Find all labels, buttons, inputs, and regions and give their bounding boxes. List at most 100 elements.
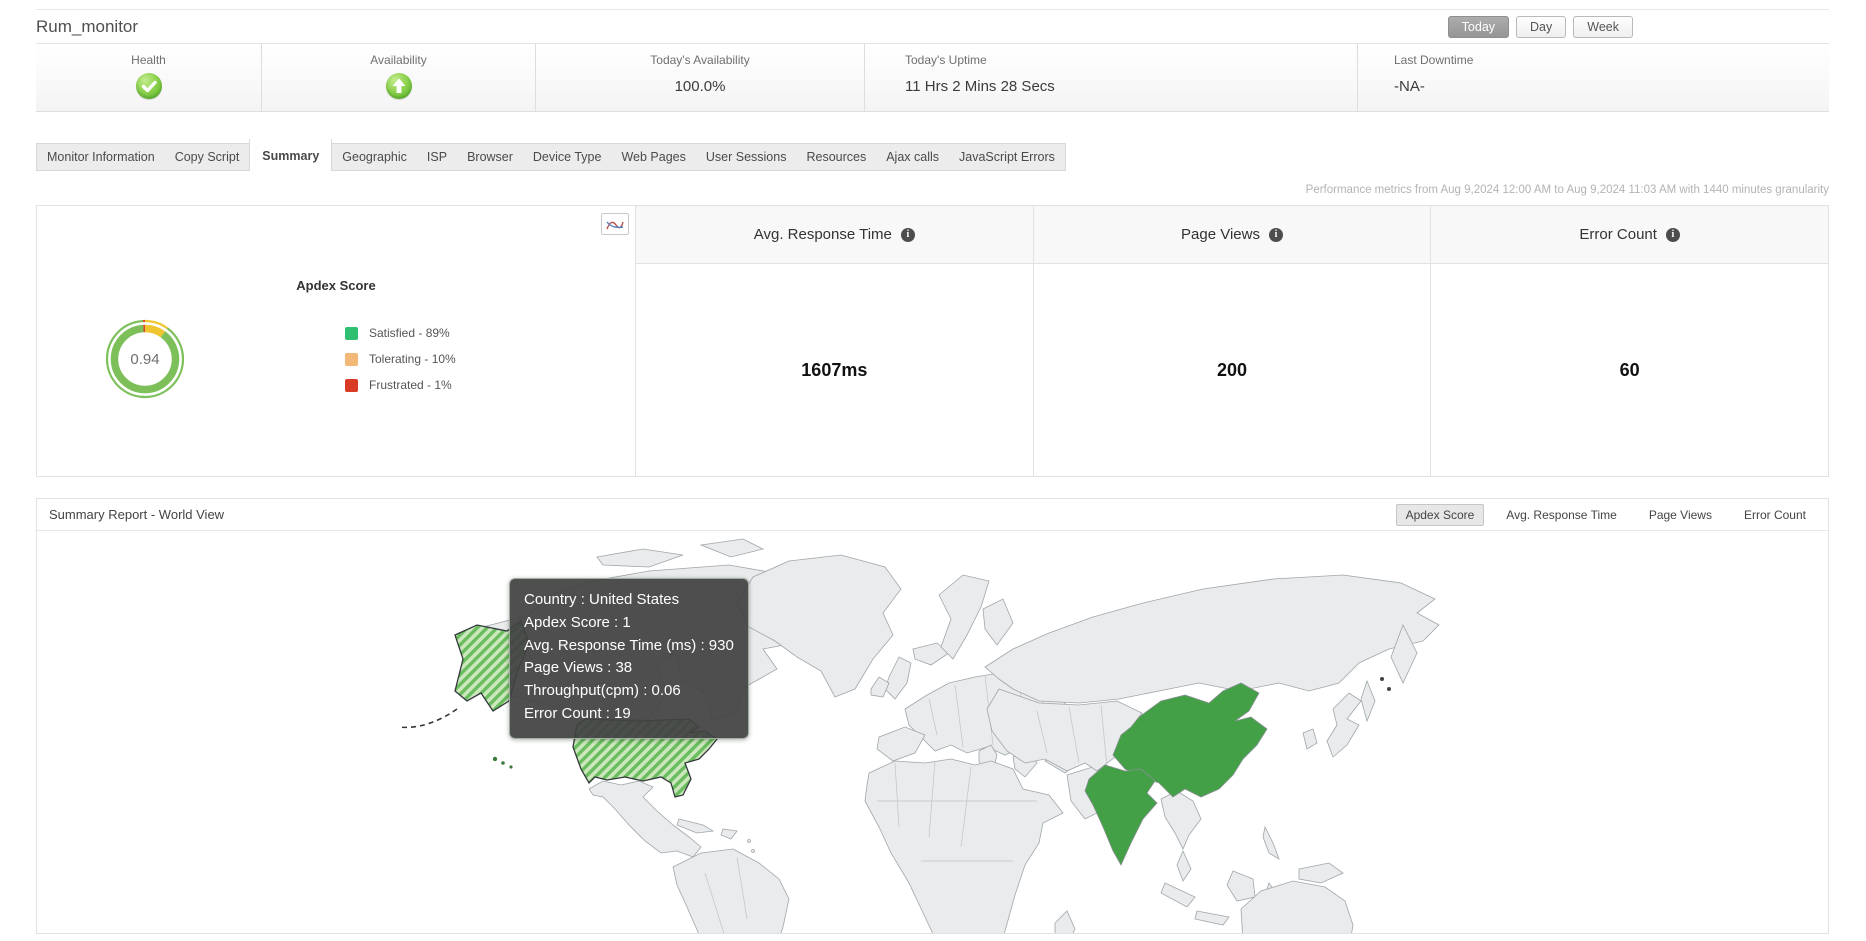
legend-item-tolerating: Tolerating - 10% xyxy=(345,351,456,367)
map-island-new-guinea[interactable] xyxy=(1299,863,1343,883)
status-bar: Health Availability Today's Availability… xyxy=(36,44,1829,112)
info-icon[interactable] xyxy=(1269,228,1283,242)
last-downtime-cell: Last Downtime -NA- xyxy=(1358,44,1829,111)
health-label: Health xyxy=(36,53,261,67)
avg-response-time-column: Avg. Response Time 1607ms xyxy=(635,206,1033,476)
tooltip-page-views: Page Views : 38 xyxy=(524,657,734,680)
map-arctic-island[interactable] xyxy=(701,539,763,557)
map-island-dot xyxy=(748,840,751,843)
line-chart-icon xyxy=(606,218,624,231)
map-region-south-america[interactable] xyxy=(673,849,789,933)
satisfied-label: Satisfied - 89% xyxy=(369,326,450,340)
tab-copy-script[interactable]: Copy Script xyxy=(165,144,250,170)
day-button[interactable]: Day xyxy=(1516,16,1566,38)
tab-summary[interactable]: Summary xyxy=(249,139,332,171)
world-view-page-views-button[interactable]: Page Views xyxy=(1639,504,1722,526)
world-view-error-count-button[interactable]: Error Count xyxy=(1734,504,1816,526)
map-country-philippines[interactable] xyxy=(1263,827,1279,859)
apdex-score-value: 0.94 xyxy=(97,311,193,407)
page-title: Rum_monitor xyxy=(36,17,138,37)
time-range-group: Today Day Week xyxy=(1448,16,1633,38)
map-region-finland[interactable] xyxy=(983,599,1013,645)
todays-uptime-cell: Today's Uptime 11 Hrs 2 Mins 28 Secs xyxy=(865,44,1358,111)
error-count-header: Error Count xyxy=(1431,206,1828,264)
map-island-dot xyxy=(752,850,755,853)
metrics-panel: Apdex Score 0.94 Satisfied - 89% Tolerat… xyxy=(36,205,1829,477)
tab-device-type[interactable]: Device Type xyxy=(523,144,612,170)
todays-uptime-value: 11 Hrs 2 Mins 28 Secs xyxy=(905,78,1357,95)
map-hawaii-dot xyxy=(501,761,505,765)
map-country-tooltip: Country : United States Apdex Score : 1 … xyxy=(509,578,749,739)
performance-metrics-note: Performance metrics from Aug 9,2024 12:0… xyxy=(36,184,1829,196)
tab-ajax-calls[interactable]: Ajax calls xyxy=(876,144,949,170)
map-island-dot xyxy=(1387,687,1391,691)
tab-strip: Monitor Information Copy Script Summary … xyxy=(36,143,1066,171)
map-country-russia[interactable] xyxy=(985,575,1439,703)
tab-resources[interactable]: Resources xyxy=(796,144,876,170)
error-count-value: 60 xyxy=(1431,264,1828,476)
week-button[interactable]: Week xyxy=(1573,16,1633,38)
map-country-japan[interactable] xyxy=(1327,693,1361,757)
todays-availability-cell: Today's Availability 100.0% xyxy=(536,44,865,111)
map-country-cuba[interactable] xyxy=(677,819,713,833)
map-hawaii-dot xyxy=(493,757,497,761)
availability-up-arrow-icon xyxy=(386,73,412,99)
world-view-avg-response-time-button[interactable]: Avg. Response Time xyxy=(1496,504,1627,526)
page-views-header: Page Views xyxy=(1034,206,1431,264)
avg-response-time-header: Avg. Response Time xyxy=(636,206,1033,264)
info-icon[interactable] xyxy=(1666,228,1680,242)
chart-view-button[interactable] xyxy=(601,213,629,235)
tooltip-throughput: Throughput(cpm) : 0.06 xyxy=(524,680,734,703)
tab-javascript-errors[interactable]: JavaScript Errors xyxy=(949,144,1065,170)
legend-item-satisfied: Satisfied - 89% xyxy=(345,325,456,341)
info-icon[interactable] xyxy=(901,228,915,242)
today-button[interactable]: Today xyxy=(1448,16,1509,38)
tab-browser[interactable]: Browser xyxy=(457,144,523,170)
summary-report-header: Summary Report - World View Apdex Score … xyxy=(37,499,1828,531)
legend-item-frustrated: Frustrated - 1% xyxy=(345,377,456,393)
tolerating-label: Tolerating - 10% xyxy=(369,352,456,366)
todays-uptime-label: Today's Uptime xyxy=(905,53,1357,67)
frustrated-swatch xyxy=(345,379,358,392)
tooltip-apdex-score: Apdex Score : 1 xyxy=(524,612,734,635)
map-region-scandinavia[interactable] xyxy=(939,575,989,659)
map-island-java[interactable] xyxy=(1195,911,1229,925)
health-cell: Health xyxy=(36,44,262,111)
tab-web-pages[interactable]: Web Pages xyxy=(611,144,695,170)
availability-label: Availability xyxy=(262,53,535,67)
world-map[interactable] xyxy=(37,531,1828,933)
availability-cell: Availability xyxy=(262,44,536,111)
world-view-apdex-score-button[interactable]: Apdex Score xyxy=(1396,504,1485,526)
map-region-africa[interactable] xyxy=(865,759,1063,933)
map-country-uk[interactable] xyxy=(885,657,911,699)
map-island-borneo[interactable] xyxy=(1227,871,1255,901)
page-views-value: 200 xyxy=(1034,264,1431,476)
map-island-dot xyxy=(1380,677,1384,681)
tab-isp[interactable]: ISP xyxy=(417,144,457,170)
apdex-legend: Satisfied - 89% Tolerating - 10% Frustra… xyxy=(345,325,456,403)
map-country-australia[interactable] xyxy=(1241,881,1353,933)
frustrated-label: Frustrated - 1% xyxy=(369,378,452,392)
map-region-sakhalin[interactable] xyxy=(1361,681,1375,721)
map-region-iberia[interactable] xyxy=(877,727,925,761)
map-region-indochina[interactable] xyxy=(1161,791,1201,849)
tab-geographic[interactable]: Geographic xyxy=(332,144,417,170)
map-country-india[interactable] xyxy=(1085,765,1157,865)
map-island-hispaniola[interactable] xyxy=(721,829,737,839)
satisfied-swatch xyxy=(345,327,358,340)
todays-availability-value: 100.0% xyxy=(536,78,864,95)
map-country-korea[interactable] xyxy=(1303,729,1317,749)
map-arctic-island[interactable] xyxy=(597,549,683,567)
apdex-donut-chart[interactable]: 0.94 xyxy=(97,311,193,407)
page-views-column: Page Views 200 xyxy=(1033,206,1431,476)
tab-user-sessions[interactable]: User Sessions xyxy=(696,144,797,170)
tab-monitor-information[interactable]: Monitor Information xyxy=(37,144,165,170)
avg-response-time-label: Avg. Response Time xyxy=(754,226,892,243)
map-country-ireland[interactable] xyxy=(871,677,889,697)
summary-report-title: Summary Report - World View xyxy=(49,507,224,522)
map-island-sumatra[interactable] xyxy=(1161,883,1195,907)
map-hawaii-dot xyxy=(509,765,512,768)
tolerating-swatch xyxy=(345,353,358,366)
map-country-madagascar[interactable] xyxy=(1055,911,1075,933)
map-region-malay[interactable] xyxy=(1177,851,1191,881)
